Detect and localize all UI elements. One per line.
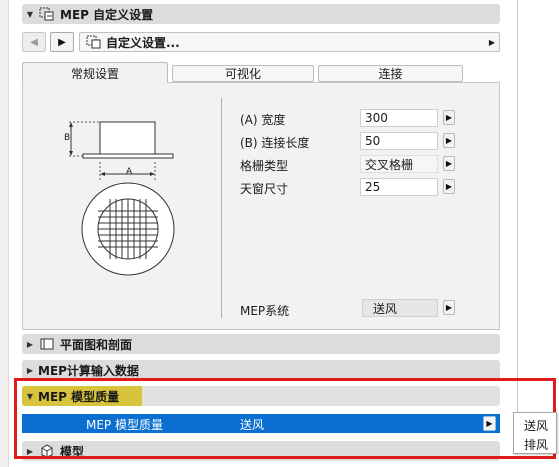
- floor-plan-section-header[interactable]: ▶ 平面图和剖面: [22, 334, 500, 354]
- grille-diagram: [69, 121, 175, 276]
- highlight-frame: [14, 378, 556, 459]
- left-panel-edge: [0, 0, 9, 467]
- right-panel-divider: [517, 0, 518, 412]
- mep-calc-section-title: MEP计算输入数据: [38, 363, 139, 378]
- arrow-right-icon: ▶: [445, 302, 453, 312]
- tab-connection[interactable]: 连接: [318, 65, 463, 82]
- param-skylight-size-arrow-button[interactable]: ▶: [443, 179, 455, 194]
- tab-general-label: 常规设置: [70, 66, 119, 81]
- param-label-width: (A) 宽度: [240, 113, 286, 127]
- mep-system-select[interactable]: 送风: [362, 299, 438, 317]
- custom-settings-icon: [86, 35, 102, 49]
- next-button[interactable]: ▶: [50, 32, 74, 52]
- tab-general[interactable]: 常规设置: [22, 62, 168, 83]
- arrow-right-icon: ▶: [445, 112, 453, 122]
- mep-custom-title: MEP 自定义设置: [60, 7, 154, 22]
- mep-calc-section-header[interactable]: ▶ MEP计算输入数据: [22, 360, 500, 380]
- param-input-skylight-size[interactable]: 25: [360, 178, 438, 196]
- floor-plan-section-title: 平面图和剖面: [60, 337, 133, 352]
- next-arrow-icon: ▶: [58, 36, 66, 48]
- param-input-connection-length[interactable]: 50: [360, 132, 438, 150]
- arrow-right-icon: ▶: [445, 181, 453, 191]
- floor-plan-icon: [38, 336, 56, 352]
- param-input-grille-type[interactable]: 交叉格栅: [360, 155, 438, 173]
- selector-arrow-icon: ▶: [488, 37, 495, 47]
- tab-visualization[interactable]: 可视化: [172, 65, 314, 82]
- prev-button[interactable]: ◀: [22, 32, 46, 52]
- collapsed-triangle-icon[interactable]: ▶: [22, 366, 38, 375]
- expanded-triangle-icon[interactable]: ▼: [22, 10, 38, 19]
- custom-settings-label: 自定义设置...: [106, 35, 180, 50]
- param-label-connection-length: (B) 连接长度: [240, 136, 310, 150]
- arrow-right-icon: ▶: [445, 158, 453, 168]
- mep-system-label: MEP系统: [240, 304, 290, 318]
- collapsed-triangle-icon[interactable]: ▶: [22, 340, 38, 349]
- tab-connection-label: 连接: [378, 67, 403, 81]
- param-label-grille-type: 格栅类型: [240, 159, 289, 173]
- value-dropdown-menu: 送风 排风: [513, 412, 557, 454]
- param-grille-type-arrow-button[interactable]: ▶: [443, 156, 455, 171]
- dimension-a-label: A: [126, 167, 133, 177]
- mep-custom-header[interactable]: ▼ MEP 自定义设置: [22, 4, 500, 24]
- param-input-width[interactable]: 300: [360, 109, 438, 127]
- tab-visualization-label: 可视化: [224, 67, 261, 81]
- arrow-right-icon: ▶: [445, 135, 453, 145]
- prev-arrow-icon: ◀: [30, 36, 38, 48]
- mep-system-arrow-button[interactable]: ▶: [443, 300, 455, 315]
- dropdown-option-supply[interactable]: 送风: [524, 417, 548, 434]
- dimension-b-label: B: [64, 133, 71, 143]
- custom-settings-selector[interactable]: 自定义设置... ▶: [79, 32, 500, 52]
- dropdown-option-exhaust[interactable]: 排风: [524, 436, 548, 453]
- param-width-arrow-button[interactable]: ▶: [443, 110, 455, 125]
- mep-custom-icon: [38, 6, 56, 22]
- params-divider: [221, 98, 222, 318]
- param-label-skylight-size: 天窗尺寸: [240, 182, 289, 196]
- param-connection-length-arrow-button[interactable]: ▶: [443, 133, 455, 148]
